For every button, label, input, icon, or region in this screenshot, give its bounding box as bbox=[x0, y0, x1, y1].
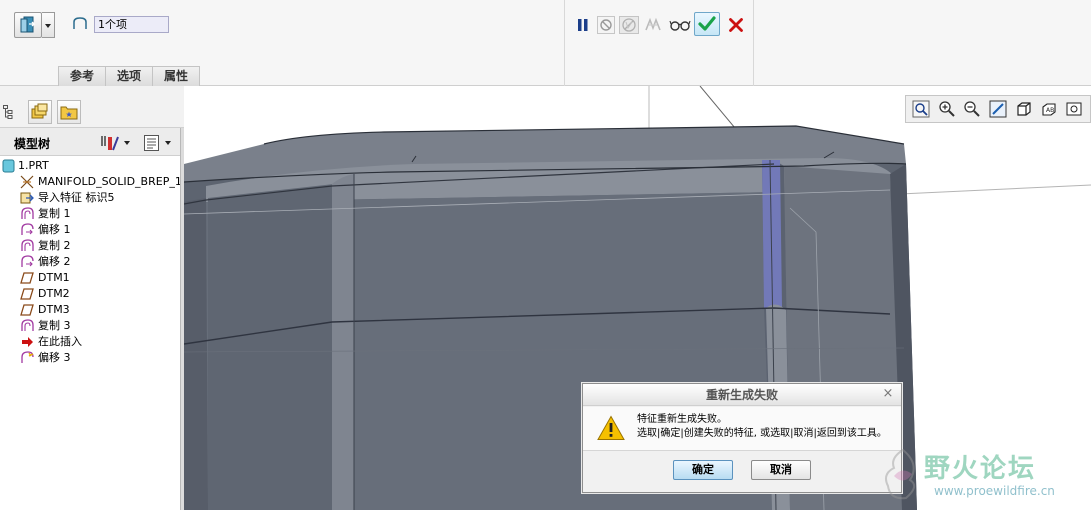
offset-surface-icon bbox=[21, 255, 34, 267]
offset-surface-icon bbox=[21, 351, 34, 363]
dialog-message-line-2: 选取|确定|创建失败的特征, 或选取|取消|返回到该工具。 bbox=[637, 428, 887, 439]
watermark-url: www.proewildfire.cn bbox=[934, 484, 1055, 498]
creo-window: 1个项 参考 选项 属性 模型树 1.PRT MANIFOLD_SOLID_BR… bbox=[0, 0, 1091, 510]
part-icon bbox=[2, 159, 15, 173]
tree-show-button[interactable] bbox=[143, 133, 171, 153]
graphics-toolbar: AB bbox=[905, 95, 1091, 123]
surface-collector-field[interactable]: 1个项 bbox=[94, 16, 169, 33]
navigator-pane: 模型树 1.PRT MANIFOLD_SOLID_BREP_1 导入特征 标识5… bbox=[0, 86, 184, 510]
dashboard-left-panel: 1个项 参考 选项 属性 bbox=[0, 0, 564, 86]
zoom-out-icon[interactable] bbox=[962, 98, 983, 120]
tree-item-copy-2[interactable]: 复制 2 bbox=[0, 238, 180, 254]
tab-favorites[interactable] bbox=[57, 100, 81, 124]
tree-settings-button[interactable] bbox=[100, 133, 130, 153]
regeneration-failed-dialog: 重新生成失败 × 特征重新生成失败。 选取|确定|创建失败的特征, 或选取|取消… bbox=[582, 383, 902, 493]
feature-dashboard: 1个项 参考 选项 属性 bbox=[0, 0, 1091, 86]
refit-icon[interactable] bbox=[911, 98, 932, 120]
verify-preview-icon[interactable] bbox=[643, 15, 663, 35]
ok-button[interactable]: 确定 bbox=[673, 460, 733, 480]
no-geometry-preview-icon[interactable] bbox=[596, 15, 616, 35]
surface-collector-icon bbox=[73, 17, 87, 29]
tree-item-copy-1[interactable]: 复制 1 bbox=[0, 206, 180, 222]
model-tree-header: 模型树 bbox=[0, 128, 184, 156]
dashboard-control-panel bbox=[564, 0, 754, 86]
insert-here-arrow-icon bbox=[22, 337, 33, 347]
datum-plane-icon bbox=[20, 272, 34, 284]
view-manager-icon[interactable]: AB bbox=[1039, 98, 1060, 120]
tree-item-offset-3[interactable]: 偏移 3 bbox=[0, 350, 180, 366]
disabled-preview-icon[interactable] bbox=[619, 15, 639, 35]
tree-item-offset-1[interactable]: 偏移 1 bbox=[0, 222, 180, 238]
dashboard-tabbar: 参考 选项 属性 bbox=[58, 66, 200, 86]
surface-type-dropdown[interactable] bbox=[42, 12, 55, 38]
cancel-x-icon[interactable] bbox=[726, 15, 746, 35]
zoom-in-icon[interactable] bbox=[937, 98, 958, 120]
tab-options[interactable]: 选项 bbox=[105, 66, 153, 86]
confirm-check-icon[interactable] bbox=[694, 12, 720, 36]
list-view-icon bbox=[144, 135, 159, 151]
tab-references[interactable]: 参考 bbox=[58, 66, 106, 86]
saved-views-icon[interactable] bbox=[1064, 98, 1085, 120]
model-tree-list: 1.PRT MANIFOLD_SOLID_BREP_1 导入特征 标识5 复制 … bbox=[0, 158, 180, 366]
glasses-preview-icon[interactable] bbox=[668, 15, 692, 35]
dialog-title: 重新生成失败 bbox=[583, 384, 901, 406]
tab-properties[interactable]: 属性 bbox=[152, 66, 200, 86]
tree-item-dtm2[interactable]: DTM2 bbox=[0, 286, 180, 302]
import-feature-icon bbox=[20, 192, 34, 204]
dialog-body: 特征重新生成失败。 选取|确定|创建失败的特征, 或选取|取消|返回到该工具。 bbox=[583, 407, 901, 451]
datum-plane-icon bbox=[20, 304, 34, 316]
folder-stack-icon bbox=[31, 103, 48, 119]
solid-brep-icon bbox=[20, 175, 34, 189]
offset-type-icon bbox=[20, 16, 36, 33]
tree-item-import-feature[interactable]: 导入特征 标识5 bbox=[0, 190, 180, 206]
tree-item-solid-brep[interactable]: MANIFOLD_SOLID_BREP_1 bbox=[0, 174, 180, 190]
display-style-icon[interactable] bbox=[1013, 98, 1034, 120]
tree-item-dtm3[interactable]: DTM3 bbox=[0, 302, 180, 318]
tools-icon bbox=[101, 136, 119, 151]
surface-type-button[interactable] bbox=[14, 12, 42, 38]
tree-structure-icon[interactable] bbox=[3, 105, 13, 119]
watermark-text: 野火论坛 bbox=[924, 454, 1037, 484]
copy-surface-icon bbox=[21, 207, 34, 219]
offset-surface-icon bbox=[21, 223, 34, 235]
flame-logo-icon bbox=[885, 448, 916, 500]
tree-item-dtm1[interactable]: DTM1 bbox=[0, 270, 180, 286]
dialog-message-line-1: 特征重新生成失败。 bbox=[637, 414, 727, 425]
navigator-tabs bbox=[0, 86, 184, 128]
copy-surface-icon bbox=[21, 319, 34, 331]
tree-item-copy-3[interactable]: 复制 3 bbox=[0, 318, 180, 334]
tree-item-part[interactable]: 1.PRT bbox=[0, 158, 180, 174]
datum-plane-icon bbox=[20, 288, 34, 300]
close-icon[interactable]: × bbox=[881, 387, 895, 401]
model-tree-title: 模型树 bbox=[14, 137, 51, 151]
forum-watermark: 野火论坛 www.proewildfire.cn bbox=[880, 444, 1091, 510]
copy-surface-icon bbox=[21, 239, 34, 251]
pause-icon[interactable] bbox=[573, 15, 593, 35]
cancel-button[interactable]: 取消 bbox=[751, 460, 811, 480]
repaint-icon[interactable] bbox=[988, 98, 1009, 120]
tree-item-insert-here[interactable]: 在此插入 bbox=[0, 334, 180, 350]
svg-text:AB: AB bbox=[1046, 107, 1054, 114]
folder-star-icon bbox=[60, 106, 78, 120]
tab-layers[interactable] bbox=[28, 100, 52, 124]
warning-icon bbox=[597, 415, 625, 440]
tree-item-offset-2[interactable]: 偏移 2 bbox=[0, 254, 180, 270]
